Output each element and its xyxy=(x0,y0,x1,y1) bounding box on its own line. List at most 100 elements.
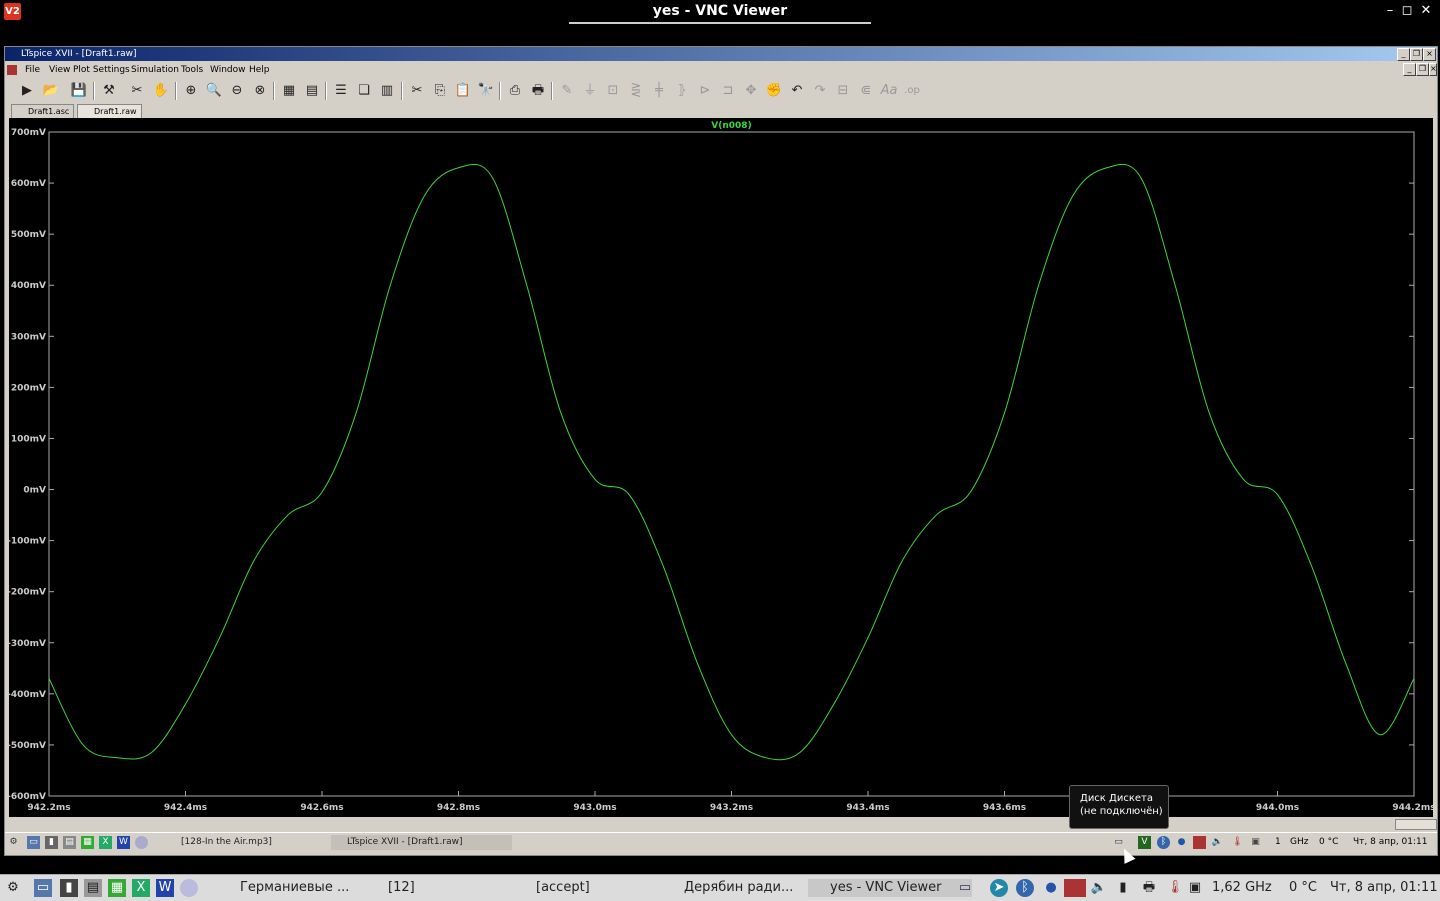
lt-restore-icon[interactable]: ❐ xyxy=(1410,48,1423,61)
minimize-icon[interactable]: – xyxy=(1382,3,1398,18)
printer-icon[interactable]: 🖶 xyxy=(1140,879,1158,897)
host-bluetooth-icon[interactable]: ᛒ xyxy=(1016,879,1034,897)
tile-vertical-icon[interactable]: ▥ xyxy=(377,81,397,101)
control-panel-icon[interactable]: ⚒ xyxy=(99,81,119,101)
host-floppy-icon[interactable]: ▭ xyxy=(956,879,974,897)
menu-file[interactable]: File xyxy=(25,65,40,75)
find-icon[interactable]: 🔭 xyxy=(476,81,496,101)
host-clock[interactable]: Чт, 8 апр, 01:11 xyxy=(1330,880,1438,896)
spice-directive-icon[interactable]: .op xyxy=(902,81,922,101)
menu-plot-settings[interactable]: Plot Settings xyxy=(73,65,130,75)
drop-icon[interactable]: ● xyxy=(1175,836,1188,849)
zoom-area-icon[interactable]: 🔍 xyxy=(204,81,224,101)
move-icon[interactable]: ✥ xyxy=(741,81,761,101)
vnc-tray-icon[interactable]: V xyxy=(1138,836,1151,849)
tab-draft1-raw[interactable]: Draft1.raw xyxy=(77,104,142,119)
files-icon[interactable]: ▤ xyxy=(63,836,76,849)
volume-icon[interactable]: 🔈 xyxy=(1211,836,1224,849)
scroll-thumb[interactable] xyxy=(1395,819,1437,830)
rotate-icon[interactable]: ⊟ xyxy=(833,81,853,101)
print-setup-icon[interactable]: ⎙ xyxy=(505,81,525,101)
copy-icon[interactable]: ⎘ xyxy=(430,81,450,101)
telegram-icon[interactable]: ➤ xyxy=(990,879,1008,897)
run-icon[interactable]: ▶ xyxy=(17,81,37,101)
zoom-in-icon[interactable]: ⊕ xyxy=(181,81,201,101)
component-icon[interactable]: ⊐ xyxy=(718,81,738,101)
tab-draft1-asc[interactable]: Draft1.asc xyxy=(11,104,75,119)
zoom-out-icon[interactable]: ⊖ xyxy=(227,81,247,101)
drag-icon[interactable]: ✊ xyxy=(764,81,784,101)
menu-help[interactable]: Help xyxy=(249,65,270,75)
guest-task-mp3[interactable]: [128-In the Air.mp3] xyxy=(165,835,336,850)
halt-icon[interactable]: ✂ xyxy=(127,81,147,101)
host-excel-icon[interactable]: X xyxy=(132,879,150,897)
lt-close-icon[interactable]: × xyxy=(1423,48,1436,61)
host-volume-icon[interactable]: 🔈 xyxy=(1090,879,1108,897)
open-icon[interactable]: 📂 xyxy=(41,81,61,101)
floppy-icon[interactable]: ▭ xyxy=(1112,836,1125,849)
inductor-icon[interactable]: ⦄ xyxy=(672,81,692,101)
temp-icon[interactable]: 🌡 xyxy=(1231,836,1244,849)
lt-minimize-icon[interactable]: _ xyxy=(1397,48,1410,61)
menu-window[interactable]: Window xyxy=(210,65,246,75)
pan-hand-icon[interactable]: ✋ xyxy=(151,81,171,101)
start-icon[interactable]: ⚙ xyxy=(7,836,20,849)
host-files-icon[interactable]: ▤ xyxy=(84,879,102,897)
paste-icon[interactable]: 📋 xyxy=(453,81,473,101)
host-start-icon[interactable]: ⚙ xyxy=(4,879,22,897)
cascade-icon[interactable]: ❏ xyxy=(354,81,374,101)
resistor-icon[interactable]: ⋛ xyxy=(626,81,646,101)
autorange-icon[interactable]: ▦ xyxy=(279,81,299,101)
host-battery-icon[interactable]: ▣ xyxy=(1186,879,1204,897)
battery-icon[interactable]: ▣ xyxy=(1249,836,1262,849)
host-temp-icon[interactable]: 🌡 xyxy=(1166,879,1184,897)
host-drop-icon[interactable]: ● xyxy=(1042,879,1060,897)
host-desktop-icon[interactable]: ▭ xyxy=(34,879,52,897)
undo-icon[interactable]: ↶ xyxy=(787,81,807,101)
doc-close-icon[interactable]: × xyxy=(1429,63,1437,76)
zoom-fit-icon[interactable]: ⊗ xyxy=(250,81,270,101)
waveform-plot[interactable]: V(n008) 700mV 600mV 500mV 400mV 300mV 200mV 100… xyxy=(7,118,1436,828)
bluetooth-icon[interactable]: ᛒ xyxy=(1157,836,1170,849)
marker-icon[interactable]: ▤ xyxy=(302,81,322,101)
host-task-12[interactable]: [12] xyxy=(366,879,518,897)
doc-minimize-icon[interactable]: _ xyxy=(1403,63,1416,76)
terminal-icon[interactable]: ▮ xyxy=(45,836,58,849)
host-word-icon[interactable]: W xyxy=(156,879,174,897)
close-icon[interactable]: ✕ xyxy=(1418,3,1434,18)
tile-horizontal-icon[interactable]: ☰ xyxy=(331,81,351,101)
host-browser-icon[interactable] xyxy=(180,879,198,897)
host-calc-icon[interactable]: ▦ xyxy=(108,879,126,897)
host-task-deryabin[interactable]: Дерябин ради... xyxy=(662,879,822,897)
save-icon[interactable]: 💾 xyxy=(69,81,89,101)
guest-task-ltspice[interactable]: LTspice XVII - [Draft1.raw] xyxy=(331,835,512,850)
calculator-icon[interactable]: ▦ xyxy=(81,836,94,849)
menu-view[interactable]: View xyxy=(49,65,70,75)
host-terminal-icon[interactable]: ▮ xyxy=(60,879,78,897)
host-task-germanium[interactable]: Германиевые ... xyxy=(218,879,380,897)
browser-icon[interactable] xyxy=(135,836,148,849)
mirror-icon[interactable]: ⋐ xyxy=(856,81,876,101)
desktop-icon[interactable]: ▭ xyxy=(27,836,40,849)
menu-tools[interactable]: Tools xyxy=(181,65,203,75)
host-task-vnc[interactable]: yes - VNC Viewer xyxy=(808,879,972,897)
diode-icon[interactable]: ⊳ xyxy=(695,81,715,101)
host-task-accept[interactable]: [accept] xyxy=(514,879,666,897)
network-icon[interactable]: ▮ xyxy=(1114,879,1132,897)
wire-icon[interactable]: ✎ xyxy=(557,81,577,101)
horizontal-scrollbar[interactable] xyxy=(5,817,1437,831)
excel-icon[interactable]: X xyxy=(99,836,112,849)
word-icon[interactable]: W xyxy=(117,836,130,849)
cut-icon[interactable]: ✂ xyxy=(407,81,427,101)
capacitor-icon[interactable]: ╪ xyxy=(649,81,669,101)
print-icon[interactable]: 🖶 xyxy=(528,81,548,101)
menu-simulation[interactable]: Simulation xyxy=(131,65,179,75)
host-flag-icon[interactable] xyxy=(1064,879,1086,897)
maximize-icon[interactable]: ◻ xyxy=(1399,3,1415,18)
flag-icon[interactable] xyxy=(1193,836,1206,849)
ground-icon[interactable]: ⏚ xyxy=(580,81,600,101)
text-icon[interactable]: Aa xyxy=(879,81,899,101)
label-icon[interactable]: ⊡ xyxy=(603,81,623,101)
redo-icon[interactable]: ↷ xyxy=(810,81,830,101)
doc-restore-icon[interactable]: ❐ xyxy=(1416,63,1429,76)
